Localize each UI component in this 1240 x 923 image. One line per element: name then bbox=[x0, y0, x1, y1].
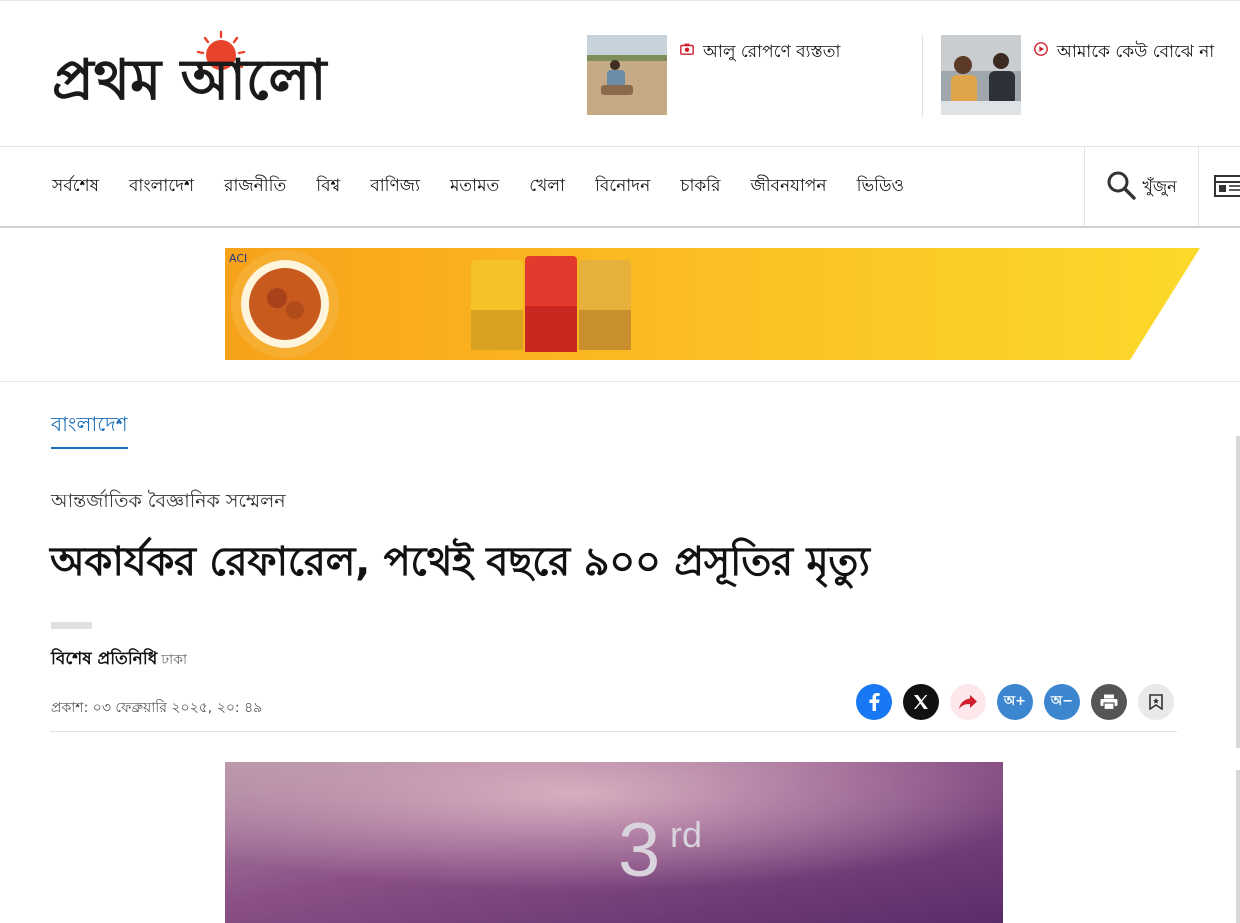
epaper-icon[interactable] bbox=[1214, 175, 1240, 197]
x-icon bbox=[914, 695, 928, 709]
font-decrease-button[interactable]: অ− bbox=[1044, 684, 1080, 720]
bookmark-button[interactable] bbox=[1138, 684, 1174, 720]
nav-item-latest[interactable]: সর্বশেষ bbox=[52, 173, 99, 201]
section-link-bangladesh[interactable]: বাংলাদেশ bbox=[51, 410, 128, 449]
svg-text:প্রথম আলো: প্রথম আলো bbox=[52, 48, 328, 113]
nav-item-business[interactable]: বাণিজ্য bbox=[370, 173, 420, 201]
nav-item-bangladesh[interactable]: বাংলাদেশ bbox=[129, 173, 194, 201]
logo-graphic: প্রথম আলো bbox=[52, 30, 328, 113]
prothom-alo-logo[interactable]: প্রথম আলো bbox=[50, 27, 395, 113]
featured-story-2-title[interactable]: আমাকে কেউ বোঝে না bbox=[1057, 39, 1214, 67]
main-navigation: সর্বশেষ বাংলাদেশ রাজনীতি বিশ্ব বাণিজ্য ম… bbox=[0, 146, 1240, 228]
published-date: প্রকাশ: ০৩ ফেব্রুয়ারি ২০২৫, ২০: ৪৯ bbox=[51, 700, 263, 716]
byline: বিশেষ প্রতিনিধি ঢাকা bbox=[51, 646, 187, 674]
hero-image[interactable]: 3 rd bbox=[225, 762, 1003, 923]
print-icon bbox=[1100, 694, 1118, 710]
search-icon bbox=[1106, 170, 1137, 204]
facebook-icon bbox=[869, 693, 880, 711]
featured-story-1[interactable]: আলু রোপণে ব্যস্ততা bbox=[587, 35, 840, 115]
featured-story-2-thumbnail[interactable] bbox=[941, 35, 1021, 115]
share-button[interactable] bbox=[950, 684, 986, 720]
font-decrease-label: অ− bbox=[1050, 693, 1074, 709]
advertisement-banner[interactable]: ACI bbox=[225, 248, 1200, 360]
featured-story-2[interactable]: আমাকে কেউ বোঝে না bbox=[941, 35, 1214, 115]
svg-text:ACI: ACI bbox=[229, 252, 247, 265]
page-scrollbar-lower[interactable] bbox=[1236, 770, 1240, 923]
font-increase-button[interactable]: অ+ bbox=[997, 684, 1033, 720]
nav-item-entertainment[interactable]: বিনোদন bbox=[595, 173, 650, 201]
camera-icon bbox=[679, 41, 695, 57]
nav-item-world[interactable]: বিশ্ব bbox=[316, 173, 340, 201]
author-name[interactable]: বিশেষ প্রতিনিধি bbox=[51, 649, 157, 669]
nav-item-jobs[interactable]: চাকরি bbox=[680, 173, 720, 201]
article-divider bbox=[50, 731, 1177, 732]
featured-story-1-title[interactable]: আলু রোপণে ব্যস্ততা bbox=[703, 39, 840, 67]
search-label: খুঁজুন bbox=[1142, 176, 1177, 196]
hero-number-suffix: rd bbox=[670, 814, 703, 855]
search-button[interactable]: খুঁজুন bbox=[1084, 147, 1199, 227]
byline-divider bbox=[51, 622, 92, 629]
site-header: প্রথম আলো আলু রোপণে ব্যস্ততা আমাকে কেউ ব… bbox=[0, 0, 1240, 146]
facebook-share-button[interactable] bbox=[856, 684, 892, 720]
nav-item-opinion[interactable]: মতামত bbox=[450, 173, 499, 201]
play-icon bbox=[1033, 41, 1049, 57]
feature-divider bbox=[922, 35, 923, 117]
bookmark-icon bbox=[1149, 694, 1163, 710]
share-toolbar: অ+ অ− bbox=[856, 684, 1185, 720]
nav-item-politics[interactable]: রাজনীতি bbox=[224, 173, 286, 201]
nav-item-lifestyle[interactable]: জীবনযাপন bbox=[750, 173, 826, 201]
share-arrow-icon bbox=[959, 695, 977, 709]
featured-story-1-thumbnail[interactable] bbox=[587, 35, 667, 115]
nav-item-video[interactable]: ভিডিও bbox=[857, 173, 904, 201]
page-scrollbar[interactable] bbox=[1236, 436, 1240, 748]
print-button[interactable] bbox=[1091, 684, 1127, 720]
ad-container: ACI bbox=[0, 228, 1240, 382]
nav-menu: সর্বশেষ বাংলাদেশ রাজনীতি বিশ্ব বাণিজ্য ম… bbox=[52, 147, 934, 227]
twitter-share-button[interactable] bbox=[903, 684, 939, 720]
hero-number: 3 bbox=[618, 808, 661, 893]
article-headline: অকার্যকর রেফারেল, পথেই বছরে ৯০০ প্রসূতির… bbox=[50, 539, 870, 585]
article-shoulder: আন্তর্জাতিক বৈজ্ঞানিক সম্মেলন bbox=[51, 490, 286, 512]
font-increase-label: অ+ bbox=[1003, 693, 1027, 709]
author-location: ঢাকা bbox=[161, 652, 188, 668]
nav-item-sports[interactable]: খেলা bbox=[529, 173, 565, 201]
